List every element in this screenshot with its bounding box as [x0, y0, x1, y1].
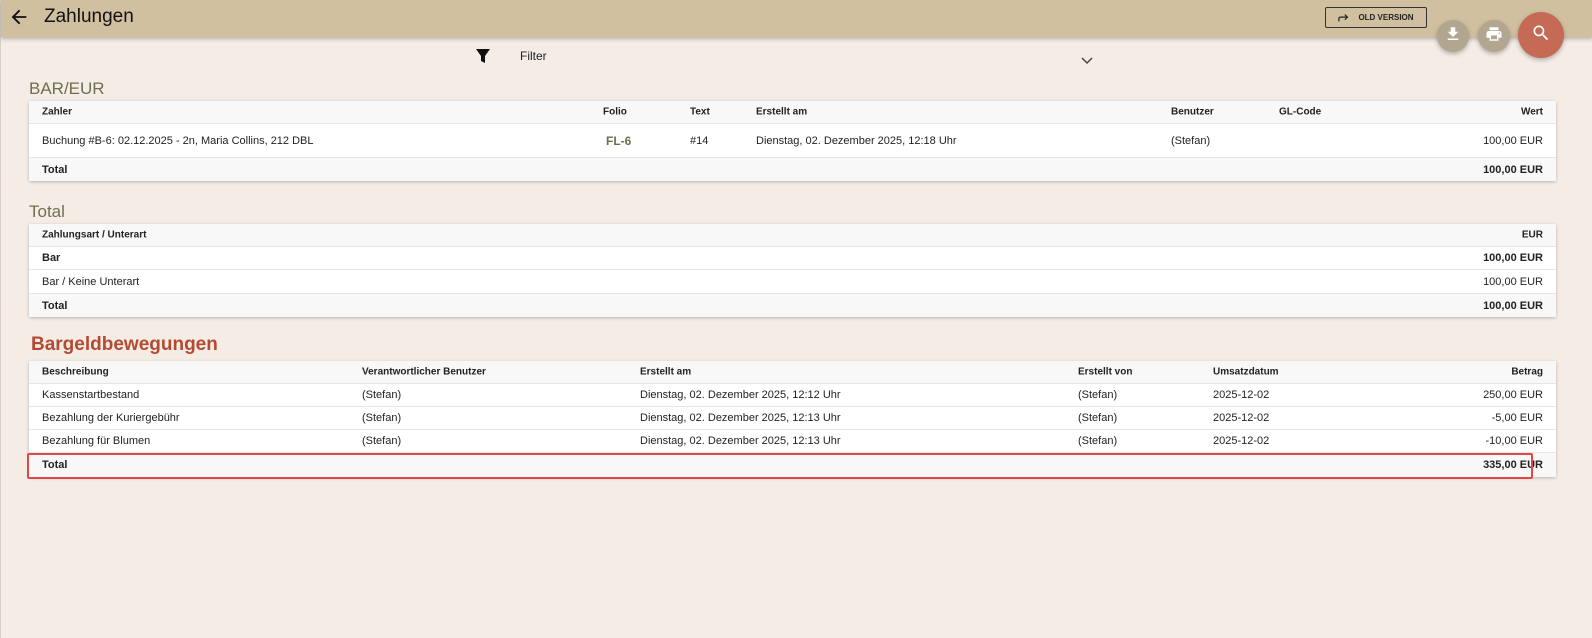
total-label: Total	[42, 163, 68, 176]
column-header-type: Zahlungsart / Unterart	[42, 229, 147, 241]
filter-dropdown[interactable]: Filter	[475, 44, 1117, 68]
type-cell: Bar	[42, 252, 61, 264]
print-icon	[1485, 25, 1503, 48]
created-cell: Dienstag, 02. Dezember 2025, 12:13 Uhr	[640, 412, 841, 424]
column-header-folio: Folio	[603, 106, 627, 118]
column-header-currency: EUR	[1521, 229, 1543, 241]
amount-cell: 100,00 EUR	[1483, 275, 1543, 288]
table-row: Kassenstartbestand (Stefan) Dienstag, 02…	[29, 384, 1556, 407]
created-cell: Dienstag, 02. Dezember 2025, 12:18 Uhr	[756, 134, 957, 147]
value-cell: 100,00 EUR	[1483, 134, 1543, 147]
column-header-payer: Zahler	[42, 106, 73, 118]
responsible-cell: (Stefan)	[362, 412, 402, 424]
totals-table: Zahlungsart / Unterart EUR Bar 100,00 EU…	[29, 224, 1556, 317]
total-row: Total 100,00 EUR	[29, 294, 1556, 317]
description-cell: Bezahlung für Blumen	[42, 435, 151, 447]
date-cell: 2025-12-02	[1213, 389, 1270, 401]
total-value: 335,00 EUR	[1483, 459, 1543, 471]
created-by-cell: (Stefan)	[1078, 435, 1118, 447]
redo-arrow-icon	[1338, 13, 1349, 21]
table-row: Bezahlung für Blumen (Stefan) Dienstag, …	[29, 430, 1556, 453]
amount-cell: 250,00 EUR	[1483, 389, 1543, 401]
created-cell: Dienstag, 02. Dezember 2025, 12:12 Uhr	[640, 389, 841, 401]
column-header-date: Umsatzdatum	[1213, 366, 1279, 378]
table-row[interactable]: Buchung #B-6: 02.12.2025 - 2n, Maria Col…	[29, 124, 1556, 158]
funnel-icon	[475, 48, 491, 64]
section-title-bar-eur: BAR/EUR	[29, 79, 105, 98]
total-label: Total	[42, 299, 68, 312]
arrow-left-icon[interactable]	[8, 6, 30, 28]
filter-label: Filter	[520, 49, 547, 63]
description-cell: Kassenstartbestand	[42, 389, 140, 401]
chevron-down-icon	[1081, 52, 1093, 65]
column-header-amount: Betrag	[1511, 366, 1543, 378]
section-title-cash-movements: Bargeldbewegungen	[31, 334, 218, 355]
column-header-value: Wert	[1520, 106, 1543, 118]
folio-link[interactable]: FL-6	[606, 134, 631, 148]
column-header-created: Erstellt am	[756, 106, 808, 118]
total-label: Total	[42, 459, 68, 471]
total-value: 100,00 EUR	[1483, 299, 1543, 312]
responsible-cell: (Stefan)	[362, 435, 402, 447]
total-row: Total 100,00 EUR	[29, 158, 1556, 181]
table-row: Bar 100,00 EUR	[29, 247, 1556, 270]
created-by-cell: (Stefan)	[1078, 412, 1118, 424]
search-button[interactable]	[1518, 12, 1564, 58]
date-cell: 2025-12-02	[1213, 435, 1270, 447]
date-cell: 2025-12-02	[1213, 412, 1270, 424]
table-header-row: Beschreibung Verantwortlicher Benutzer E…	[29, 361, 1556, 384]
old-version-label: OLD VERSION	[1358, 13, 1414, 22]
cash-movements-table: Beschreibung Verantwortlicher Benutzer E…	[29, 361, 1556, 477]
table-row: Bezahlung der Kuriergebühr (Stefan) Dien…	[29, 407, 1556, 430]
total-value: 100,00 EUR	[1483, 163, 1543, 176]
payer-cell: Buchung #B-6: 02.12.2025 - 2n, Maria Col…	[42, 134, 314, 147]
payments-table: Zahler Folio Text Erstellt am Benutzer G…	[29, 101, 1556, 181]
created-by-cell: (Stefan)	[1078, 389, 1118, 401]
amount-cell: -5,00 EUR	[1491, 412, 1543, 424]
app-bar: Zahlungen OLD VERSION	[1, 0, 1592, 37]
download-button[interactable]	[1437, 20, 1469, 52]
table-header-row: Zahler Folio Text Erstellt am Benutzer G…	[29, 101, 1556, 124]
download-icon	[1444, 25, 1462, 48]
table-header-row: Zahlungsart / Unterart EUR	[29, 224, 1556, 247]
table-row: Bar / Keine Unterart 100,00 EUR	[29, 270, 1556, 294]
amount-cell: 100,00 EUR	[1483, 252, 1543, 264]
search-icon	[1531, 23, 1551, 48]
column-header-text: Text	[690, 106, 710, 118]
type-cell: Bar / Keine Unterart	[42, 275, 140, 288]
user-cell: (Stefan)	[1171, 134, 1211, 147]
column-header-responsible: Verantwortlicher Benutzer	[362, 366, 486, 378]
created-cell: Dienstag, 02. Dezember 2025, 12:13 Uhr	[640, 435, 841, 447]
text-cell: #14	[690, 134, 709, 147]
column-header-description: Beschreibung	[42, 366, 109, 378]
section-title-total: Total	[29, 202, 65, 221]
amount-cell: -10,00 EUR	[1485, 435, 1543, 447]
page-title: Zahlungen	[44, 6, 134, 27]
total-row: Total 335,00 EUR	[29, 453, 1556, 477]
description-cell: Bezahlung der Kuriergebühr	[42, 412, 180, 424]
column-header-created: Erstellt am	[640, 366, 692, 378]
column-header-user: Benutzer	[1171, 106, 1214, 118]
column-header-created-by: Erstellt von	[1078, 366, 1133, 378]
column-header-gl-code: GL-Code	[1279, 106, 1322, 118]
print-button[interactable]	[1478, 20, 1510, 52]
responsible-cell: (Stefan)	[362, 389, 402, 401]
old-version-button[interactable]: OLD VERSION	[1325, 7, 1427, 28]
